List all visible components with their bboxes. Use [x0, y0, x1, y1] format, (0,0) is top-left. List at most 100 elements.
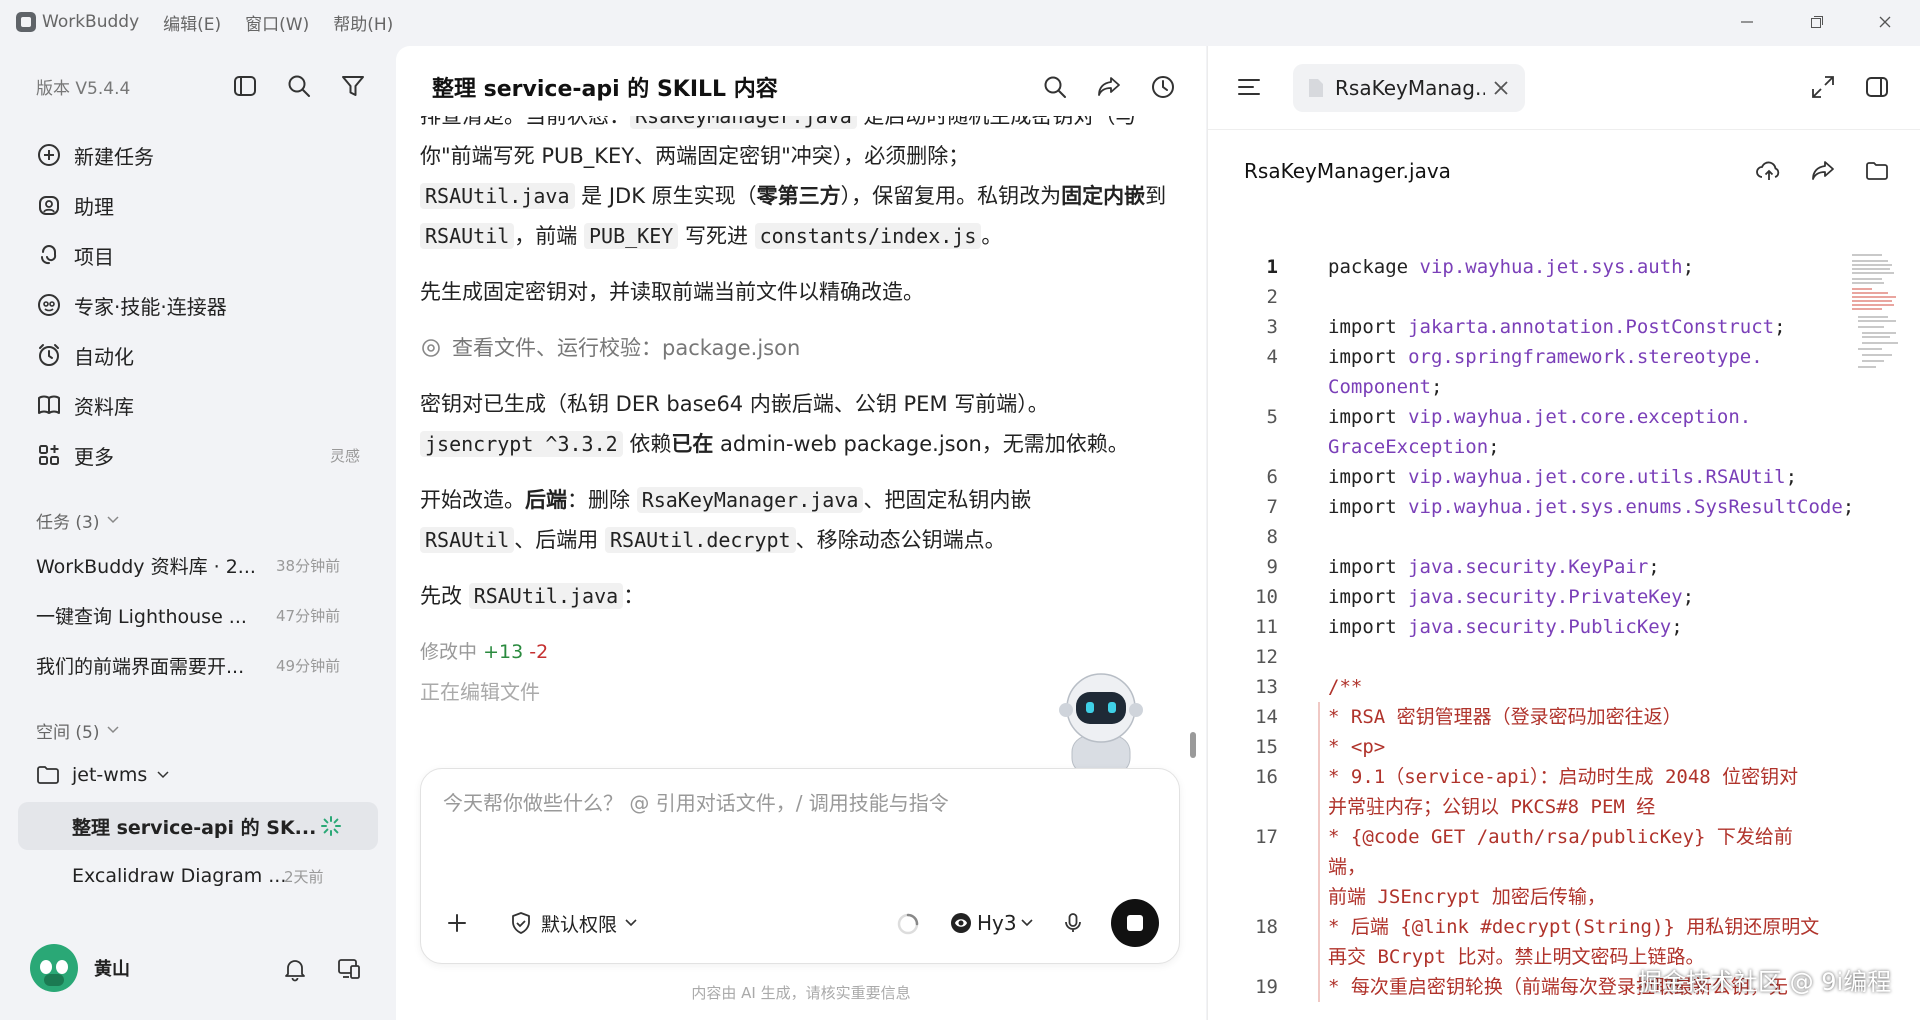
- nav-experts[interactable]: 专家·技能·连接器: [0, 280, 396, 330]
- filter-icon[interactable]: [340, 73, 366, 99]
- app-logo-icon: [16, 12, 36, 32]
- nav-library[interactable]: 资料库: [0, 380, 396, 430]
- code-text: import vip.wayhua.jet.core.utils.RSAUtil…: [1328, 462, 1868, 492]
- code-punct: ;: [1671, 616, 1683, 638]
- nav-project[interactable]: 项目: [0, 230, 396, 280]
- upload-icon[interactable]: [1756, 158, 1782, 184]
- attach-plus-icon[interactable]: [443, 909, 471, 937]
- lines-added: +13: [483, 641, 524, 663]
- restore-button[interactable]: [1787, 0, 1847, 44]
- close-window-button[interactable]: [1855, 0, 1915, 44]
- user-name: 黄山: [94, 959, 130, 980]
- spaces-section-header[interactable]: 空间 (5): [0, 710, 396, 750]
- book-icon: [38, 395, 60, 414]
- close-tab-icon[interactable]: [1491, 78, 1511, 98]
- line-number: 2: [1266, 286, 1278, 308]
- code-punct: ;: [1785, 466, 1798, 488]
- minimize-button[interactable]: [1717, 0, 1777, 44]
- loading-spinner-icon: [897, 913, 919, 935]
- code-view[interactable]: 1 package vip.wayhua.jet.sys.auth; 2 3 impo…: [1208, 252, 1920, 1012]
- menu-help[interactable]: 帮助(H): [333, 10, 393, 35]
- chat-scrollbar[interactable]: [1190, 732, 1196, 758]
- task-item[interactable]: WorkBuddy 资料库 · 2... 38分钟前: [0, 540, 396, 590]
- code-line: 6 import vip.wayhua.jet.core.utils.RSAUti…: [1208, 462, 1920, 492]
- menu-edit[interactable]: 编辑(E): [163, 10, 221, 35]
- inspiration-badge[interactable]: 灵感: [330, 445, 360, 466]
- file-tab-name: RsaKeyManag...: [1335, 76, 1485, 100]
- code-line: 10 import java.security.PrivateKey;: [1208, 582, 1920, 612]
- nav-assistant[interactable]: 助理: [0, 180, 396, 230]
- nav-automation[interactable]: 自动化: [0, 330, 396, 380]
- project-item-active[interactable]: 整理 service-api 的 SK...: [18, 802, 378, 850]
- history-icon[interactable]: [1150, 74, 1176, 100]
- code-package: java.security.PrivateKey: [1408, 586, 1683, 608]
- code-comment: * {@code GET /auth/rsa/publicKey} 下发给前端，…: [1328, 826, 1793, 908]
- task-item[interactable]: 我们的前端界面需要开... 49分钟前: [0, 640, 396, 690]
- nav-new-task[interactable]: 新建任务: [0, 130, 396, 180]
- nav-label: 项目: [74, 244, 114, 269]
- stop-button[interactable]: [1111, 899, 1159, 947]
- bell-icon[interactable]: [282, 956, 308, 982]
- inline-code: constants/index.js: [754, 223, 982, 249]
- project-icon: [40, 245, 57, 265]
- line-number: 7: [1266, 496, 1278, 518]
- code-package: vip.wayhua.jet.sys.enums.SysResultCode: [1408, 496, 1843, 518]
- msg-text: 是 JDK 原生实现（: [574, 184, 757, 208]
- code-line: 16 * 9.1（service-api）：启动时生成 2048 位密钥对 并常驻…: [1208, 762, 1920, 822]
- code-keyword: import: [1328, 406, 1409, 428]
- code-keyword: import: [1328, 556, 1409, 578]
- plus-circle-icon: [38, 144, 60, 166]
- code-text: import java.security.PrivateKey;: [1328, 582, 1868, 612]
- line-number: 16: [1255, 766, 1278, 788]
- line-number: 19: [1255, 976, 1278, 998]
- lines-removed: -2: [529, 641, 549, 663]
- title-bar: WorkBuddy 编辑(E) 窗口(W) 帮助(H): [0, 0, 1920, 44]
- menu-icon[interactable]: [1236, 74, 1262, 100]
- permission-label: 默认权限: [541, 913, 618, 936]
- inline-code: RSAUtil.java: [420, 183, 575, 209]
- code-line: 14 * RSA 密钥管理器（登录密码加密往返）: [1208, 702, 1920, 732]
- ai-disclaimer: 内容由 AI 生成，请核实重要信息: [691, 984, 911, 1002]
- toggle-sidebar-icon[interactable]: [232, 73, 258, 99]
- chevron-down-icon: [107, 516, 120, 524]
- nav-more[interactable]: 更多 灵感: [0, 430, 396, 480]
- devices-icon[interactable]: [336, 956, 362, 982]
- menu-window[interactable]: 窗口(W): [245, 10, 309, 35]
- line-number: 12: [1255, 646, 1278, 668]
- project-item-title: Excalidraw Diagram ...: [72, 865, 287, 887]
- code-keyword: import: [1328, 346, 1409, 368]
- chat-panel: 整理 service-api 的 SKILL 内容 排查清楚。当前状态： RsaK…: [396, 46, 1206, 1020]
- tool-call-line[interactable]: 查看文件、运行校验：package.json: [420, 328, 1180, 368]
- share-icon[interactable]: [1096, 74, 1122, 100]
- code-comment: * RSA 密钥管理器（登录密码加密往返）: [1328, 706, 1682, 728]
- share-icon[interactable]: [1810, 158, 1836, 184]
- project-folder-jet-wms[interactable]: jet-wms: [0, 750, 396, 800]
- expand-icon[interactable]: [1810, 74, 1836, 100]
- avatar[interactable]: [30, 944, 78, 992]
- microphone-icon[interactable]: [1061, 911, 1085, 935]
- file-tab[interactable]: RsaKeyManag...: [1293, 64, 1525, 112]
- msg-text: ），保留复用。私钥改为: [840, 184, 1062, 208]
- folder-icon[interactable]: [1864, 158, 1890, 184]
- chevron-down-icon: [157, 771, 169, 779]
- project-item[interactable]: Excalidraw Diagram ... 2天前: [18, 852, 378, 900]
- task-item[interactable]: 一键查询 Lighthouse ... 47分钟前: [0, 590, 396, 640]
- line-number: 10: [1255, 586, 1278, 608]
- permission-dropdown[interactable]: 默认权限: [509, 907, 637, 939]
- code-text: import vip.wayhua.jet.core.exception. Gr…: [1328, 402, 1868, 462]
- eye-icon: [422, 339, 440, 357]
- code-line: 3 import jakarta.annotation.PostConstruct…: [1208, 312, 1920, 342]
- alarm-clock-icon: [39, 344, 59, 366]
- code-minimap[interactable]: [1852, 254, 1898, 378]
- search-icon[interactable]: [286, 73, 312, 99]
- msg-text: 排查清楚。当前状态：: [420, 116, 630, 128]
- chevron-down-icon: [1021, 919, 1033, 927]
- search-icon[interactable]: [1042, 74, 1068, 100]
- sidebar-nav: 新建任务 助理 项目 专家·技能·连接器 自动化 资料库 更多 灵感: [0, 128, 396, 480]
- model-selector[interactable]: Hy3: [949, 907, 1033, 939]
- tasks-section-header[interactable]: 任务 (3): [0, 500, 396, 540]
- chat-input[interactable]: [443, 783, 1143, 823]
- panel-toggle-icon[interactable]: [1864, 74, 1890, 100]
- file-icon: [1309, 79, 1323, 97]
